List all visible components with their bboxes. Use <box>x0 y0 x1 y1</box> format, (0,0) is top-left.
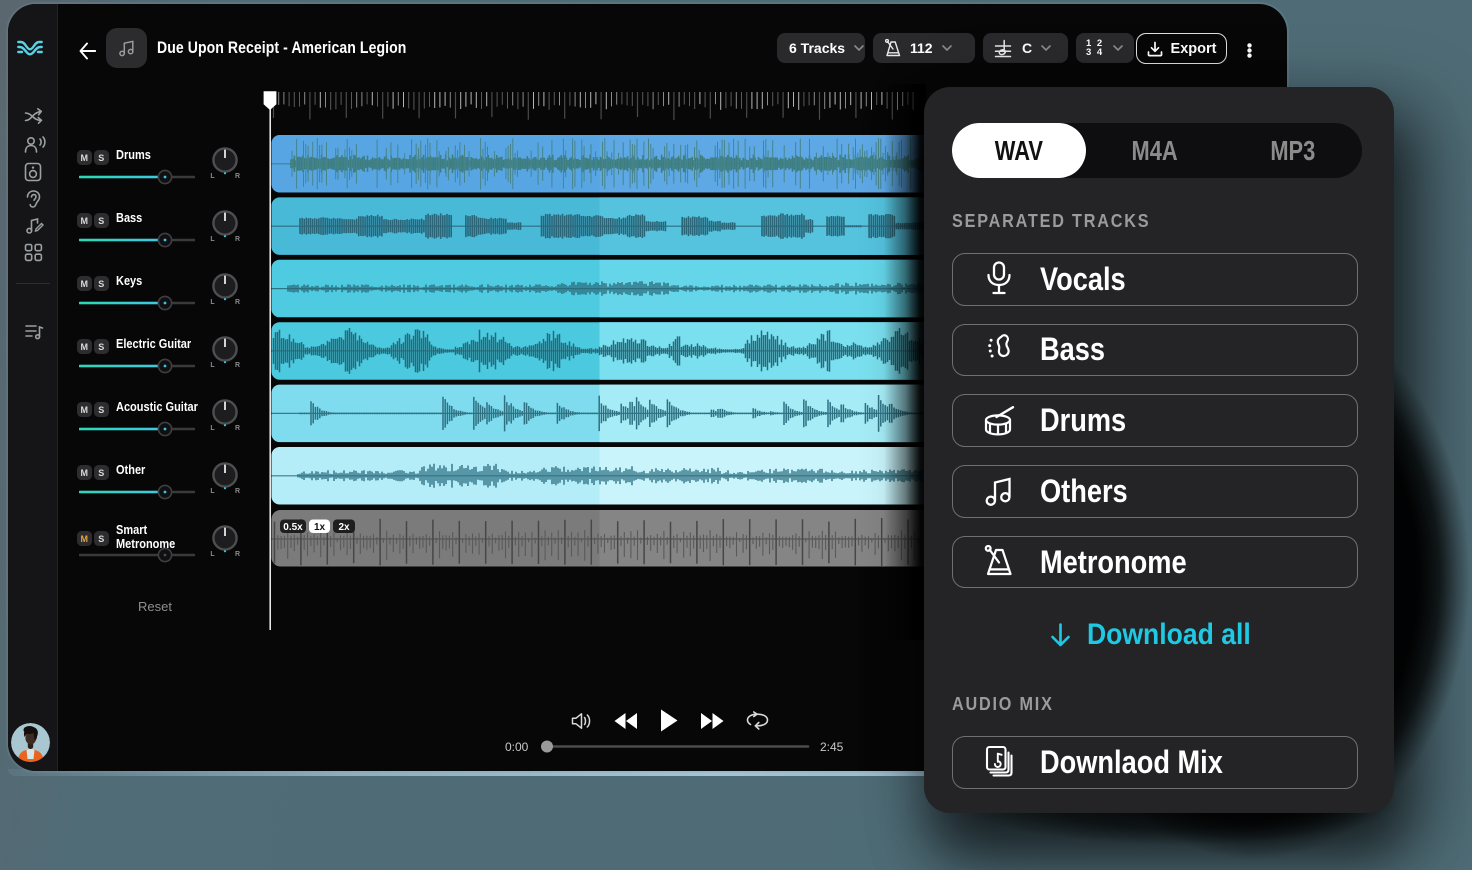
svg-text:R: R <box>235 488 240 495</box>
svg-text:R: R <box>235 425 240 432</box>
svg-text:R: R <box>235 299 240 306</box>
svg-text:R: R <box>235 551 240 558</box>
svg-text:L: L <box>210 299 215 306</box>
svg-text:L: L <box>210 488 215 495</box>
svg-text:1x: 1x <box>314 522 326 533</box>
svg-text:R: R <box>235 236 240 243</box>
svg-text:0.5x: 0.5x <box>283 522 303 533</box>
svg-text:L: L <box>210 173 215 180</box>
svg-text:R: R <box>235 173 240 180</box>
svg-text:L: L <box>210 236 215 243</box>
svg-text:R: R <box>235 362 240 369</box>
svg-text:L: L <box>210 362 215 369</box>
svg-text:L: L <box>210 551 215 558</box>
svg-text:2x: 2x <box>338 522 350 533</box>
svg-text:L: L <box>210 425 215 432</box>
